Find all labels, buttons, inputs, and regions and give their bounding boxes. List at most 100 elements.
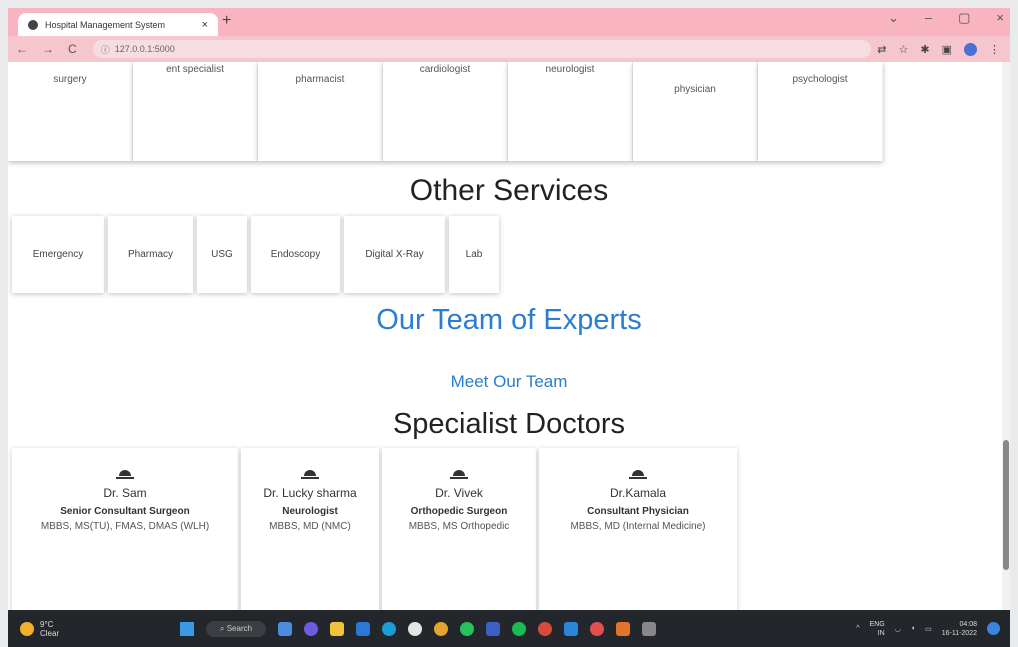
- minimize-button[interactable]: –: [925, 10, 932, 26]
- specialist-label: cardiologist: [419, 64, 471, 75]
- service-card[interactable]: Pharmacy: [108, 216, 193, 293]
- specialist-card[interactable]: pharmacist: [258, 62, 383, 161]
- wifi-icon[interactable]: ◡: [895, 625, 901, 633]
- store-icon[interactable]: [356, 621, 371, 636]
- app-icon[interactable]: [590, 621, 605, 636]
- services-list: Emergency Pharmacy USG Endoscopy Digital…: [12, 216, 503, 293]
- doctor-card[interactable]: Dr. Sam Senior Consultant Surgeon MBBS, …: [12, 448, 238, 610]
- system-tray: ^ ENG IN ◡ ◖ ▭ 04:08 16-11-2022: [856, 620, 1000, 638]
- doctor-degree: MBBS, MS(TU), FMAS, DMAS (WLH): [40, 521, 210, 532]
- tab-close-icon[interactable]: ×: [202, 19, 208, 31]
- specialist-card[interactable]: ent specialist: [133, 62, 258, 161]
- taskbar-search[interactable]: ⌕ Search: [206, 620, 267, 637]
- doctor-hat-icon: [450, 470, 468, 480]
- doctor-name: Dr.Kamala: [609, 486, 667, 500]
- obs-icon[interactable]: [408, 621, 423, 636]
- weather-temp: 9°C: [40, 619, 54, 629]
- doctor-role: Consultant Physician: [587, 506, 689, 517]
- menu-icon[interactable]: ⋮: [989, 43, 1000, 56]
- weather-widget[interactable]: 9°C Clear: [20, 620, 180, 638]
- maximize-button[interactable]: ▢: [958, 10, 970, 26]
- browser-window: Hospital Management System × + ⌄ – ▢ × ←…: [8, 8, 1010, 610]
- bookmark-star-icon[interactable]: ☆: [899, 43, 909, 56]
- extensions-icon[interactable]: ✱: [920, 43, 929, 56]
- back-icon[interactable]: ←: [16, 42, 28, 56]
- meet-team-link[interactable]: Meet Our Team: [8, 372, 1010, 392]
- file-explorer-icon[interactable]: [330, 621, 345, 636]
- edge-icon[interactable]: [382, 621, 397, 636]
- tab-title: Hospital Management System: [45, 19, 166, 30]
- chrome-alt-icon[interactable]: [538, 621, 553, 636]
- specialist-card[interactable]: surgery: [8, 62, 133, 161]
- specialist-card[interactable]: cardiologist: [383, 62, 508, 161]
- doctor-name: Dr. Sam: [103, 486, 147, 500]
- site-info-icon[interactable]: ⓘ: [101, 43, 110, 56]
- tab-search-icon[interactable]: ⌄: [888, 10, 899, 26]
- clock[interactable]: 04:08 16-11-2022: [942, 620, 977, 638]
- doctor-degree: MBBS, MD (Internal Medicine): [570, 521, 706, 532]
- forward-icon[interactable]: →: [42, 42, 54, 56]
- sidepanel-icon[interactable]: ▣: [942, 43, 952, 56]
- close-window-button[interactable]: ×: [996, 10, 1004, 26]
- service-card[interactable]: USG: [197, 216, 247, 293]
- specialist-label: surgery: [53, 74, 87, 85]
- team-heading: Our Team of Experts: [376, 304, 642, 336]
- battery-icon[interactable]: ▭: [925, 625, 932, 633]
- specialist-label: pharmacist: [295, 74, 345, 85]
- spotify-icon[interactable]: [512, 621, 527, 636]
- chrome-icon[interactable]: [434, 621, 449, 636]
- language-indicator[interactable]: ENG IN: [870, 620, 885, 638]
- service-card[interactable]: Lab: [449, 216, 499, 293]
- specialist-label: neurologist: [545, 64, 595, 75]
- tray-chevron-icon[interactable]: ^: [856, 625, 859, 632]
- specialist-card[interactable]: neurologist: [508, 62, 633, 161]
- doctor-role: Senior Consultant Surgeon: [60, 506, 190, 517]
- task-view-icon[interactable]: [278, 621, 293, 636]
- specialist-label: physician: [674, 84, 716, 95]
- specialist-label: psychologist: [792, 74, 848, 85]
- profile-avatar[interactable]: [964, 42, 977, 56]
- url-text: 127.0.0.1:5000: [114, 44, 175, 54]
- moon-icon: [20, 621, 34, 636]
- time-text: 04:08: [959, 620, 977, 628]
- address-bar: ← → C ⓘ 127.0.0.1:5000 ⇄ ☆ ✱ ▣ ⋮: [8, 36, 1010, 62]
- vscode-icon[interactable]: [564, 621, 579, 636]
- chat-icon[interactable]: [304, 621, 319, 636]
- doctor-name: Dr. Vivek: [435, 486, 483, 500]
- specialist-cards: surgery ent specialist pharmacist cardio…: [8, 62, 883, 161]
- window-controls: ⌄ – ▢ ×: [888, 10, 1004, 26]
- doctor-card[interactable]: Dr.Kamala Consultant Physician MBBS, MD …: [539, 448, 737, 610]
- notification-icon[interactable]: [987, 622, 1000, 635]
- photos-icon[interactable]: [486, 621, 501, 636]
- weather-desc: Clear: [40, 628, 60, 638]
- favicon-icon: [28, 19, 38, 30]
- service-card[interactable]: Digital X-Ray: [344, 216, 445, 293]
- new-tab-button[interactable]: +: [222, 12, 231, 30]
- other-services-heading: Other Services: [409, 174, 609, 207]
- page-content: surgery ent specialist pharmacist cardio…: [8, 62, 1010, 610]
- specialist-card[interactable]: physician: [633, 62, 758, 161]
- reload-icon[interactable]: C: [68, 42, 77, 56]
- office-icon[interactable]: [616, 621, 631, 636]
- start-icon[interactable]: [180, 621, 194, 636]
- page-scrollbar[interactable]: [1002, 62, 1010, 610]
- notepad-icon[interactable]: [642, 621, 657, 636]
- doctor-card[interactable]: Dr. Lucky sharma Neurologist MBBS, MD (N…: [241, 448, 379, 610]
- whatsapp-icon[interactable]: [460, 621, 475, 636]
- translate-icon[interactable]: ⇄: [877, 43, 886, 56]
- volume-icon[interactable]: ◖: [911, 625, 915, 632]
- region-text: IN: [877, 629, 885, 637]
- taskbar-apps: ⌕ Search: [180, 620, 657, 637]
- lang-text: ENG: [869, 620, 885, 628]
- service-card[interactable]: Endoscopy: [251, 216, 340, 293]
- windows-taskbar: 9°C Clear ⌕ Search ^ ENG IN ◡ ◖ ▭ 04:08: [8, 610, 1010, 647]
- service-card[interactable]: Emergency: [12, 216, 104, 293]
- browser-tab[interactable]: Hospital Management System ×: [18, 13, 218, 36]
- doctor-role: Neurologist: [282, 506, 338, 517]
- scrollbar-thumb[interactable]: [1003, 440, 1009, 570]
- doctor-hat-icon: [629, 470, 647, 480]
- specialist-doctors-heading: Specialist Doctors: [392, 408, 626, 440]
- specialist-card[interactable]: psychologist: [758, 62, 883, 161]
- url-field[interactable]: ⓘ 127.0.0.1:5000: [92, 40, 871, 58]
- doctor-card[interactable]: Dr. Vivek Orthopedic Surgeon MBBS, MS Or…: [382, 448, 536, 610]
